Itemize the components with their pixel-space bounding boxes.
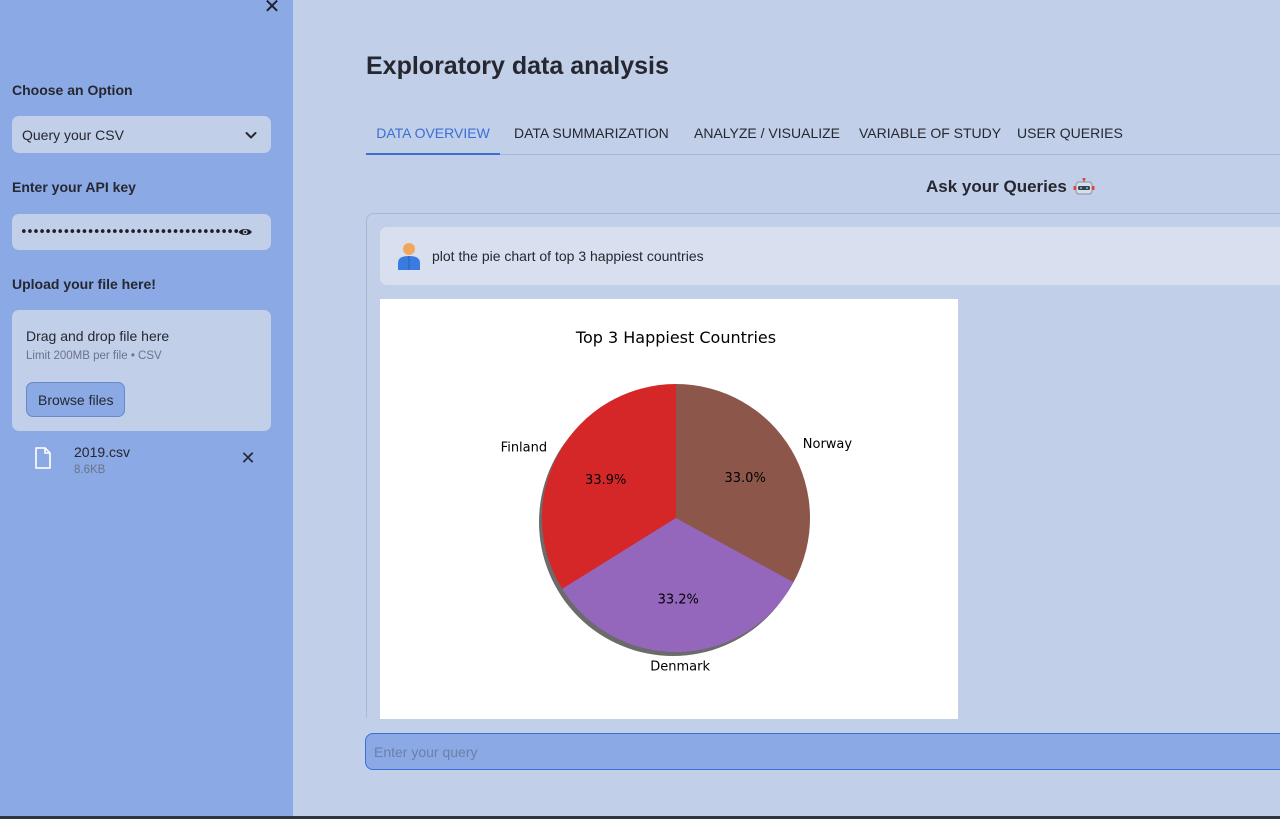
file-name: 2019.csv <box>74 444 131 460</box>
remove-file-icon[interactable]: ✕ <box>239 449 257 467</box>
tab-data-overview[interactable]: DATA OVERVIEW <box>366 118 500 155</box>
tab-user-queries[interactable]: USER QUERIES <box>1017 118 1123 154</box>
pie-category-label: Denmark <box>650 659 710 674</box>
api-key-value: •••••••••••••••••••••••••••••••••••• <box>20 224 240 240</box>
sidebar: ✕ Choose an Option Query your CSV Enter … <box>0 0 293 819</box>
queries-heading: Ask your Queries <box>926 177 1095 197</box>
user-avatar-icon <box>398 243 420 270</box>
page-title: Exploratory data analysis <box>366 52 669 80</box>
robot-icon <box>1073 178 1095 195</box>
pie-pct-label: 33.0% <box>725 471 766 486</box>
close-sidebar-icon[interactable]: ✕ <box>262 0 282 17</box>
eye-icon[interactable] <box>238 225 253 239</box>
option-label: Choose an Option <box>12 82 133 98</box>
user-message-text: plot the pie chart of top 3 happiest cou… <box>432 248 704 264</box>
dropzone-limit: Limit 200MB per file • CSV <box>26 350 162 362</box>
tab-data-summarization[interactable]: DATA SUMMARIZATION <box>514 118 669 154</box>
api-key-label: Enter your API key <box>12 179 136 195</box>
chart-title: Top 3 Happiest Countries <box>575 328 776 347</box>
option-select[interactable]: Query your CSV <box>12 116 271 153</box>
chevron-down-icon <box>245 131 257 138</box>
user-message: plot the pie chart of top 3 happiest cou… <box>380 227 1280 285</box>
pie-category-label: Finland <box>501 440 547 455</box>
uploaded-file: 2019.csv 8.6KB ✕ <box>12 438 271 482</box>
pie-pct-label: 33.2% <box>658 592 699 607</box>
tab-variable-of-study[interactable]: VARIABLE OF STUDY <box>859 118 1001 154</box>
query-input[interactable] <box>365 733 1280 770</box>
pie-pct-label: 33.9% <box>585 473 626 488</box>
pie-chart: Top 3 Happiest Countries 33.9% Finland 33.… <box>380 299 958 719</box>
dropzone-title: Drag and drop file here <box>26 328 170 344</box>
api-key-field[interactable]: •••••••••••••••••••••••••••••••••••• <box>12 214 271 250</box>
file-icon <box>35 447 51 469</box>
tab-analyze-visualize[interactable]: ANALYZE / VISUALIZE <box>694 118 840 154</box>
file-dropzone[interactable]: Drag and drop file here Limit 200MB per … <box>12 310 271 431</box>
option-select-value: Query your CSV <box>22 126 124 143</box>
pie-category-label: Norway <box>803 437 853 452</box>
browse-files-button[interactable]: Browse files <box>26 382 126 417</box>
upload-label: Upload your file here! <box>12 276 156 292</box>
queries-heading-text: Ask your Queries <box>926 177 1067 196</box>
pie-chart-svg: Top 3 Happiest Countries 33.9% Finland 33.… <box>501 328 853 674</box>
tab-bar: DATA OVERVIEW DATA SUMMARIZATION ANALYZE… <box>366 118 1280 155</box>
file-size: 8.6KB <box>74 464 106 476</box>
